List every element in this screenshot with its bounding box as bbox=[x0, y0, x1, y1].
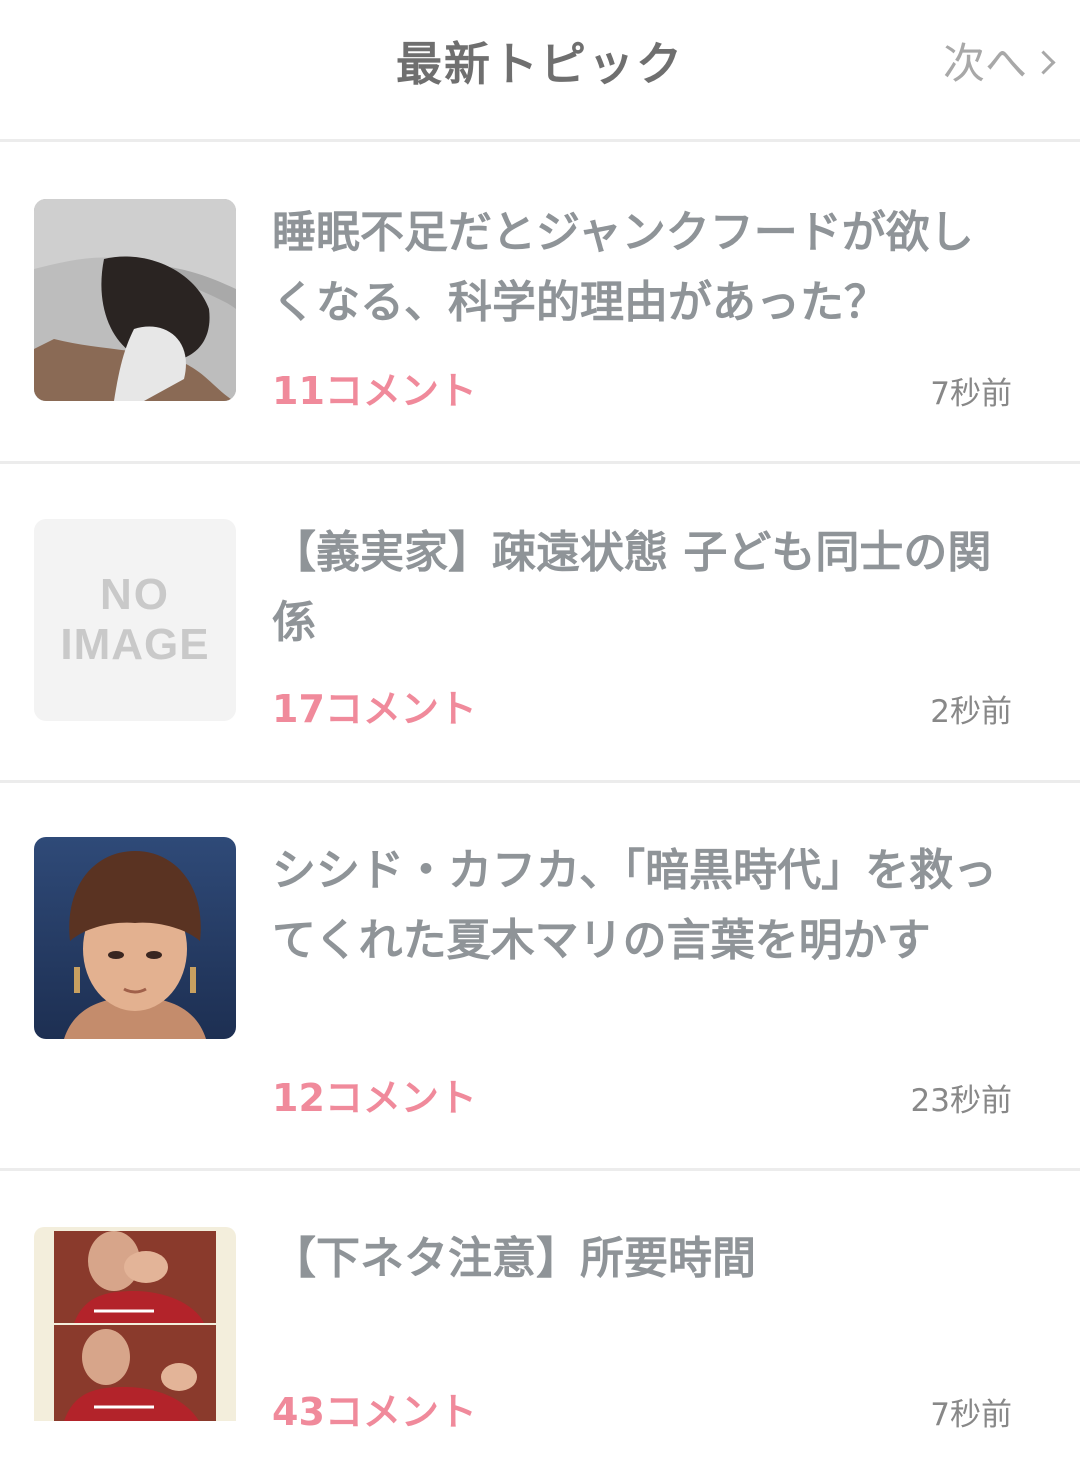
comment-count: 43コメント bbox=[272, 1390, 477, 1434]
topic-item[interactable]: NO IMAGE 【義実家】疎遠状態 子ども同士の関係 17コメント 2秒前 bbox=[0, 464, 1080, 783]
topic-title[interactable]: シシド・カフカ、「暗黒時代」を救ってくれた夏木マリの言葉を明かす bbox=[272, 836, 1012, 976]
topic-thumbnail bbox=[34, 1227, 236, 1421]
comment-count: 17コメント bbox=[272, 687, 477, 731]
topic-thumbnail bbox=[34, 837, 236, 1039]
comment-count: 12コメント bbox=[272, 1076, 477, 1120]
topic-item[interactable]: 睡眠不足だとジャンクフードが欲しくなる、科学的理由があった？ 11コメント 7秒… bbox=[0, 142, 1080, 464]
topic-thumbnail bbox=[34, 199, 236, 401]
topic-item[interactable]: 【下ネタ注意】所要時間 43コメント 7秒前 bbox=[0, 1171, 1080, 1476]
topic-title[interactable]: 【義実家】疎遠状態 子ども同士の関係 bbox=[272, 518, 1012, 658]
next-button[interactable]: 次へ bbox=[942, 30, 1056, 91]
timestamp: 7秒前 bbox=[930, 376, 1012, 412]
topic-item[interactable]: シシド・カフカ、「暗黒時代」を救ってくれた夏木マリの言葉を明かす 12コメント … bbox=[0, 783, 1080, 1171]
no-image-placeholder: NO IMAGE bbox=[34, 519, 236, 721]
timestamp: 7秒前 bbox=[930, 1397, 1012, 1433]
comment-count: 11コメント bbox=[272, 369, 477, 413]
timestamp: 23秒前 bbox=[910, 1083, 1012, 1119]
header-bar: 最新トピック 次へ bbox=[0, 0, 1080, 142]
next-label: 次へ bbox=[942, 39, 1027, 88]
chevron-right-icon bbox=[1031, 50, 1056, 75]
page-title: 最新トピック bbox=[396, 37, 684, 91]
timestamp: 2秒前 bbox=[930, 694, 1012, 730]
topic-thumbnail: NO IMAGE bbox=[34, 519, 236, 721]
topic-title[interactable]: 睡眠不足だとジャンクフードが欲しくなる、科学的理由があった？ bbox=[272, 198, 1012, 338]
topic-title[interactable]: 【下ネタ注意】所要時間 bbox=[272, 1224, 1012, 1294]
